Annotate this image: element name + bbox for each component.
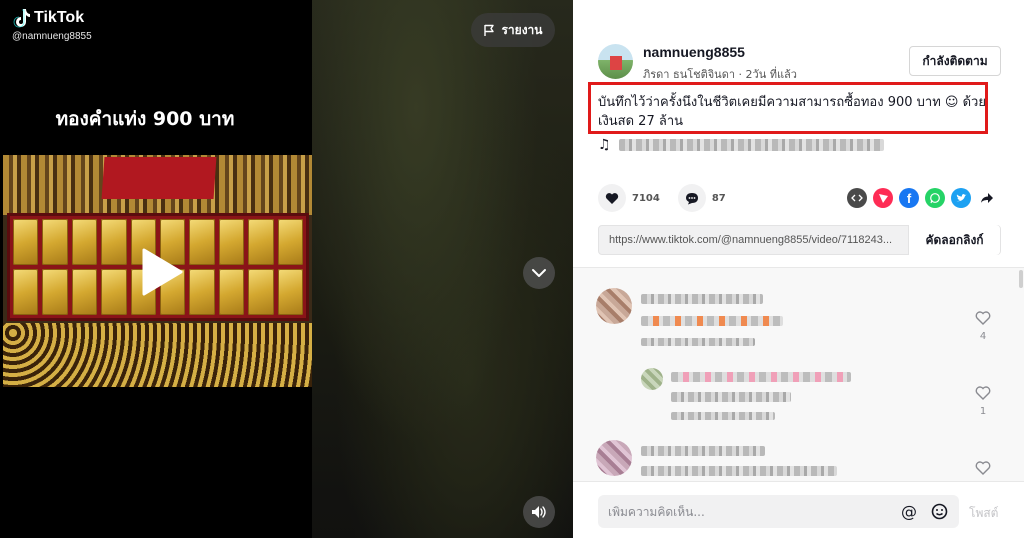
speaker-icon	[532, 506, 546, 518]
video-link-text[interactable]: https://www.tiktok.com/@namnueng8855/vid…	[599, 234, 908, 246]
comments-list[interactable]: 4 1	[573, 267, 1024, 481]
like-count: 7104	[632, 192, 660, 204]
tiktok-logo: TikTok	[12, 8, 84, 28]
tiktok-video-page: TikTok @namnueng8855 ทองคำแท่ง 900 บาท ร…	[0, 0, 1024, 538]
send-share-button[interactable]	[873, 188, 893, 208]
tiktok-wordmark: TikTok	[34, 9, 85, 26]
reply-text-blurred	[671, 392, 791, 402]
gold-bar	[218, 269, 245, 315]
music-row[interactable]: ♫	[598, 137, 884, 153]
video-description: บันทึกไว้ว่าครั้งนึงในชีวิตเคยมีความสามา…	[598, 95, 986, 129]
share-arrow-icon	[981, 193, 993, 203]
smiley-svg	[931, 503, 947, 520]
whatsapp-share-button[interactable]	[925, 188, 945, 208]
next-video-button[interactable]	[523, 257, 555, 289]
comment-composer: @ โพสต์	[573, 481, 1024, 538]
reply-like-count: 1	[979, 406, 987, 417]
commenter-avatar[interactable]	[596, 440, 632, 476]
report-label: รายงาน	[501, 22, 543, 37]
reply-meta-blurred	[671, 412, 775, 420]
gold-bar	[13, 219, 39, 265]
facebook-icon: f	[906, 190, 912, 206]
commenter-avatar[interactable]	[596, 288, 632, 324]
share-buttons: f	[847, 188, 997, 208]
post-time: 2วัน ที่แล้ว	[745, 68, 797, 81]
comment-bubble-icon	[685, 192, 698, 204]
facebook-share-button[interactable]: f	[899, 188, 919, 208]
info-panel: namnueng8855 ภิรดา ธนโชติจินดา · 2วัน ที…	[573, 0, 1024, 538]
play-icon[interactable]	[140, 247, 184, 297]
code-icon	[851, 194, 863, 202]
comment-input-wrapper[interactable]: @	[598, 495, 959, 528]
engagement-actions: 7104 87	[598, 184, 744, 212]
gold-bar	[42, 219, 68, 265]
gold-bar	[189, 269, 215, 315]
mention-icon[interactable]: @	[899, 502, 919, 522]
separator-dot: ·	[738, 68, 746, 81]
copy-link-button[interactable]: คัดลอกลิงก์	[908, 225, 1000, 255]
share-link-row: https://www.tiktok.com/@namnueng8855/vid…	[598, 225, 1001, 255]
following-button[interactable]: กำลังติดตาม	[909, 46, 1001, 76]
comment-count: 87	[711, 192, 726, 204]
red-display-card	[101, 157, 217, 199]
send-icon	[878, 193, 888, 203]
comment-text-blurred	[641, 466, 837, 476]
author-display-name: ภิรดา ธนโชติจินดา	[643, 68, 736, 81]
gold-bar	[189, 219, 215, 265]
chevron-down-icon	[532, 269, 546, 277]
gold-bar	[248, 219, 274, 265]
gold-bar	[13, 269, 39, 315]
gold-bar	[277, 269, 303, 315]
comment-text-blurred	[641, 316, 783, 326]
commenter-name-blurred	[641, 294, 763, 304]
reply-avatar[interactable]	[641, 368, 663, 390]
heart-icon	[605, 192, 619, 204]
author-username[interactable]: namnueng8855	[643, 44, 745, 60]
comment-like-heart-icon[interactable]	[975, 310, 991, 326]
more-share-button[interactable]	[977, 188, 997, 208]
gold-bar	[101, 219, 127, 265]
report-button[interactable]: รายงาน	[471, 13, 555, 47]
twitter-bird-icon	[956, 194, 967, 202]
embed-share-button[interactable]	[847, 188, 867, 208]
commenter-name-blurred	[641, 446, 765, 456]
music-title-blurred	[618, 139, 884, 151]
gold-rings-bottom	[3, 323, 312, 387]
post-button[interactable]: โพสต์	[969, 504, 998, 523]
volume-button[interactable]	[523, 496, 555, 528]
gold-bar	[277, 219, 303, 265]
avatar-image	[610, 56, 622, 70]
video-overlay-caption: ทองคำแท่ง 900 บาท	[55, 108, 235, 130]
video-area[interactable]: TikTok @namnueng8855 ทองคำแท่ง 900 บาท ร…	[0, 0, 573, 538]
video-watermark-handle: @namnueng8855	[12, 31, 92, 42]
author-avatar[interactable]	[598, 44, 633, 79]
gold-bar	[71, 219, 98, 265]
like-button[interactable]	[598, 184, 626, 212]
music-note-icon: ♫	[598, 137, 611, 153]
gold-bar	[218, 219, 245, 265]
whatsapp-icon	[930, 193, 940, 204]
gold-bar	[248, 269, 274, 315]
twitter-share-button[interactable]	[951, 188, 971, 208]
comment-input[interactable]	[598, 504, 899, 519]
video-frame[interactable]: TikTok @namnueng8855 ทองคำแท่ง 900 บาท	[0, 0, 312, 538]
reply-like-heart-icon[interactable]	[975, 385, 991, 401]
emoji-icon[interactable]	[929, 502, 949, 522]
gold-bar	[71, 269, 98, 315]
comment-meta-blurred	[641, 338, 755, 346]
comments-scrollbar[interactable]	[1019, 270, 1023, 288]
reply-name-blurred	[671, 372, 851, 382]
flag-icon	[484, 24, 495, 36]
comment-button[interactable]	[677, 184, 706, 212]
comment-like-count: 4	[979, 331, 987, 342]
gold-bar	[42, 269, 68, 315]
tiktok-note-icon	[13, 9, 30, 28]
comment-like-heart-icon[interactable]	[975, 460, 991, 476]
gold-bar	[101, 269, 127, 315]
author-subline: ภิรดา ธนโชติจินดา · 2วัน ที่แล้ว	[643, 65, 797, 83]
